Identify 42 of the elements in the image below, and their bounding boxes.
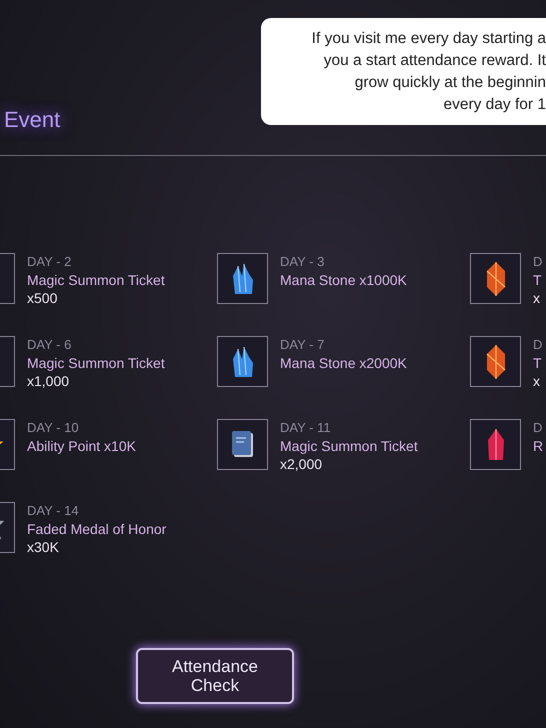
reward-name: Magic Summon Ticket <box>27 354 165 372</box>
reward-amount: x500 <box>27 289 58 307</box>
item-slot[interactable] <box>470 419 521 470</box>
reward-amount: x30K <box>27 538 60 556</box>
reward-name: Ability Point x10K <box>27 437 136 455</box>
item-slot[interactable] <box>217 253 268 304</box>
day-label: DAY - 3 <box>280 253 326 271</box>
reward-name: Magic Summon Ticket <box>280 437 418 455</box>
day-label: DAY - 2 <box>27 253 72 271</box>
book-icon <box>230 430 256 460</box>
item-slot[interactable] <box>470 253 521 304</box>
day-label: DAY - 6 <box>27 336 72 354</box>
day-label: DAY - 11 <box>280 419 332 437</box>
item-slot[interactable] <box>217 336 268 387</box>
bubble-text-line: grow quickly at the beginnin <box>354 72 546 92</box>
attendance-check-button[interactable]: Attendance Check <box>136 648 294 704</box>
reward-name: Mana Stone x1000K <box>280 271 407 289</box>
reward-name: Magic Summon Ticket <box>27 271 165 289</box>
day-label: DAY - 10 <box>27 419 80 437</box>
bubble-text-line: every day for 1 <box>443 94 546 114</box>
item-slot[interactable] <box>217 419 268 470</box>
crystal-icon <box>486 428 506 462</box>
day-label: DAY - 7 <box>280 336 326 354</box>
event-title: Event <box>4 107 60 132</box>
reward-name: R <box>533 437 544 455</box>
gem-icon <box>484 260 506 296</box>
day-label: D <box>533 419 544 437</box>
bubble-text-line: If you visit me every day starting a <box>312 28 546 48</box>
day-label: DAY - 14 <box>27 502 80 520</box>
bubble-text-line: you a start attendance reward. It <box>324 50 546 70</box>
reward-name: T <box>533 354 542 372</box>
reward-amount: x2,000 <box>280 455 324 473</box>
reward-name: Faded Medal of Honor <box>27 520 166 538</box>
day-label: D <box>533 253 542 271</box>
gem-icon <box>484 344 506 380</box>
reward-name: T <box>533 271 542 289</box>
item-slot[interactable] <box>470 336 521 387</box>
reward-amount: x <box>533 289 541 307</box>
reward-amount: x <box>533 372 541 390</box>
day-label: D <box>533 336 542 354</box>
reward-name: Mana Stone x2000K <box>280 354 407 372</box>
reward-amount: x1,000 <box>27 372 70 390</box>
